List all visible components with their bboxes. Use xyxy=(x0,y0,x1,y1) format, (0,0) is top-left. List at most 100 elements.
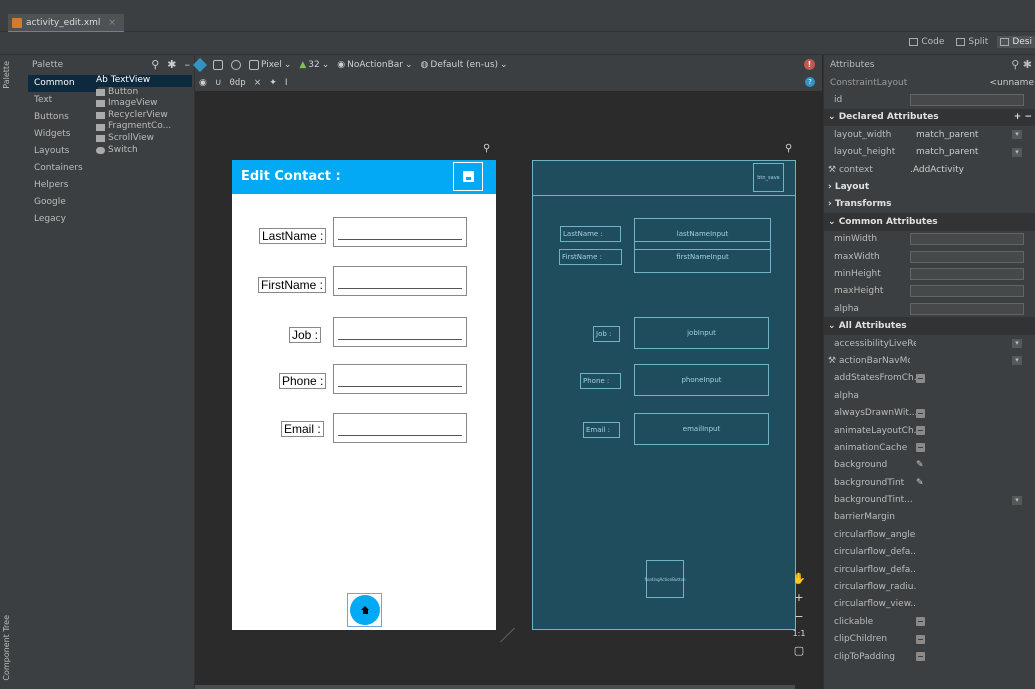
dropdown-icon[interactable]: ▾ xyxy=(1012,147,1022,157)
flag-icon[interactable] xyxy=(916,373,925,383)
search-icon[interactable]: ⚲ xyxy=(151,58,159,71)
palette-category[interactable]: Widgets xyxy=(28,126,98,143)
default-margin-button[interactable]: 0dp xyxy=(229,78,245,88)
blueprint-phone-label[interactable]: Phone : xyxy=(580,373,621,389)
component-tree-strip-tab[interactable]: Component Tree xyxy=(2,615,11,681)
night-mode-button[interactable] xyxy=(231,59,241,70)
magnet-icon[interactable]: ∪ xyxy=(215,78,222,88)
dropdown-icon[interactable]: ▾ xyxy=(1012,130,1022,140)
id-input[interactable] xyxy=(910,94,1024,107)
zoom-reset-button[interactable]: 1:1 xyxy=(793,629,806,638)
theme-dropdown[interactable]: ◉ NoActionBar ⌄ xyxy=(337,60,412,70)
split-mode-button[interactable]: Split xyxy=(953,36,991,48)
palette-category[interactable]: Legacy xyxy=(28,211,98,228)
zoom-in-button[interactable]: + xyxy=(794,591,803,604)
locale-dropdown[interactable]: ◍ Default (en-us) ⌄ xyxy=(421,60,508,70)
zoom-out-button[interactable]: − xyxy=(794,610,803,623)
dropdown-icon[interactable]: ▾ xyxy=(1012,495,1022,505)
all-attributes-section[interactable]: ⌄ All Attributes xyxy=(824,317,1035,335)
attributes-search-icon[interactable]: ⚲ ✱ xyxy=(1011,58,1032,71)
blueprint-email-label[interactable]: Email : xyxy=(583,422,620,438)
attr-input[interactable] xyxy=(910,285,1024,298)
palette-category[interactable]: Helpers xyxy=(28,177,98,194)
job-input[interactable] xyxy=(333,317,467,347)
error-icon[interactable]: ! xyxy=(804,59,815,70)
design-surface-button[interactable] xyxy=(192,57,208,72)
email-label[interactable]: Email : xyxy=(281,421,324,437)
phone-input[interactable] xyxy=(333,364,467,394)
blueprint-job-label[interactable]: Job : xyxy=(593,326,620,342)
palette-category[interactable]: Common xyxy=(28,75,98,92)
blueprint-fab[interactable]: floatingActionButton xyxy=(644,560,686,598)
flag-icon[interactable] xyxy=(916,652,925,662)
attr-input[interactable] xyxy=(910,302,1024,315)
device-dropdown[interactable]: Pixel ⌄ xyxy=(249,59,291,70)
blueprint-job-input[interactable]: jobInput xyxy=(634,317,769,349)
guidelines-icon[interactable]: I xyxy=(285,78,288,88)
close-tab-icon[interactable]: × xyxy=(108,18,116,28)
palette-category[interactable]: Layouts xyxy=(28,143,98,160)
firstname-input[interactable] xyxy=(333,266,467,296)
email-input[interactable] xyxy=(333,413,467,443)
flag-icon[interactable] xyxy=(916,443,925,453)
palette-category[interactable]: Text xyxy=(28,92,98,109)
blueprint-phone-input[interactable]: phoneInput xyxy=(634,364,769,396)
palette-item-imageview[interactable]: ImageView xyxy=(96,98,192,110)
palette-category[interactable]: Buttons xyxy=(28,109,98,126)
palette-item-button[interactable]: Button xyxy=(96,87,192,99)
attr-value[interactable]: .AddActivity xyxy=(910,165,964,175)
api-dropdown[interactable]: ▲ 32 ⌄ xyxy=(299,60,329,70)
job-label[interactable]: Job : xyxy=(289,327,322,343)
declared-attributes-section[interactable]: ⌄ Declared Attributes + − xyxy=(824,108,1035,127)
orientation-button[interactable] xyxy=(213,59,223,70)
phone-label[interactable]: Phone : xyxy=(279,373,327,389)
palette-item-switch[interactable]: Switch xyxy=(96,145,192,157)
attr-input[interactable] xyxy=(910,250,1024,263)
lastname-label[interactable]: LastName : xyxy=(259,228,327,244)
minimize-icon[interactable]: – xyxy=(185,58,191,71)
attr-value[interactable]: match_parent xyxy=(916,147,978,157)
dropdown-icon[interactable]: ▾ xyxy=(1012,339,1022,349)
common-attributes-section[interactable]: ⌄ Common Attributes xyxy=(824,213,1035,231)
firstname-label[interactable]: FirstName : xyxy=(258,277,327,293)
help-icon[interactable]: ? xyxy=(805,77,815,87)
palette-item-recyclerview[interactable]: RecyclerView xyxy=(96,110,192,122)
zoom-fit-icon[interactable]: ▢ xyxy=(794,644,804,657)
flag-icon[interactable] xyxy=(916,426,925,435)
flag-icon[interactable] xyxy=(916,617,925,627)
flag-icon[interactable] xyxy=(916,634,925,644)
save-button[interactable] xyxy=(453,162,483,191)
eyedropper-icon[interactable]: ✎ xyxy=(916,460,924,470)
palette-item-textview[interactable]: Ab TextView xyxy=(96,75,192,87)
phone-design-preview[interactable]: Edit Contact : LastName : FirstName : Jo… xyxy=(232,160,496,630)
palette-category[interactable]: Containers xyxy=(28,160,98,177)
horizontal-scrollbar[interactable] xyxy=(195,685,795,689)
attr-input[interactable] xyxy=(910,267,1024,280)
layout-section[interactable]: › Layout xyxy=(824,178,1035,195)
gear-icon[interactable]: ✱ xyxy=(167,58,176,71)
dropdown-icon[interactable]: ▾ xyxy=(1012,356,1022,366)
lastname-input[interactable] xyxy=(333,217,467,247)
attr-value[interactable]: match_parent xyxy=(916,130,978,140)
transforms-section[interactable]: › Transforms xyxy=(824,196,1035,213)
clear-constraints-icon[interactable]: ⨯ xyxy=(254,78,262,88)
palette-item-scrollview[interactable]: ScrollView xyxy=(96,133,192,145)
file-tab-activity-edit[interactable]: activity_edit.xml × xyxy=(8,14,124,33)
home-fab[interactable] xyxy=(347,593,382,627)
code-mode-button[interactable]: Code xyxy=(906,36,947,48)
eyedropper-icon[interactable]: ✎ xyxy=(916,478,924,488)
flag-icon[interactable] xyxy=(916,408,925,418)
blueprint-firstname-input[interactable]: firstNameInput xyxy=(634,241,771,273)
blueprint-firstname-label[interactable]: FirstName : xyxy=(559,249,622,265)
add-remove-icon[interactable]: + − xyxy=(1014,112,1032,122)
palette-item-fragment[interactable]: FragmentCo... xyxy=(96,121,192,133)
infer-constraints-icon[interactable]: ✦ xyxy=(269,78,277,88)
palette-strip-tab[interactable]: Palette xyxy=(2,61,11,89)
blueprint-email-input[interactable]: emailInput xyxy=(634,413,769,445)
pan-hand-icon[interactable]: ✋ xyxy=(792,572,806,585)
blueprint-preview[interactable]: btn_save LastName : lastNameInput FirstN… xyxy=(532,160,796,630)
attr-input[interactable] xyxy=(910,233,1024,246)
blueprint-lastname-label[interactable]: LastName : xyxy=(560,226,621,242)
palette-category[interactable]: Google xyxy=(28,194,98,211)
eye-icon[interactable]: ◉ xyxy=(199,78,207,88)
